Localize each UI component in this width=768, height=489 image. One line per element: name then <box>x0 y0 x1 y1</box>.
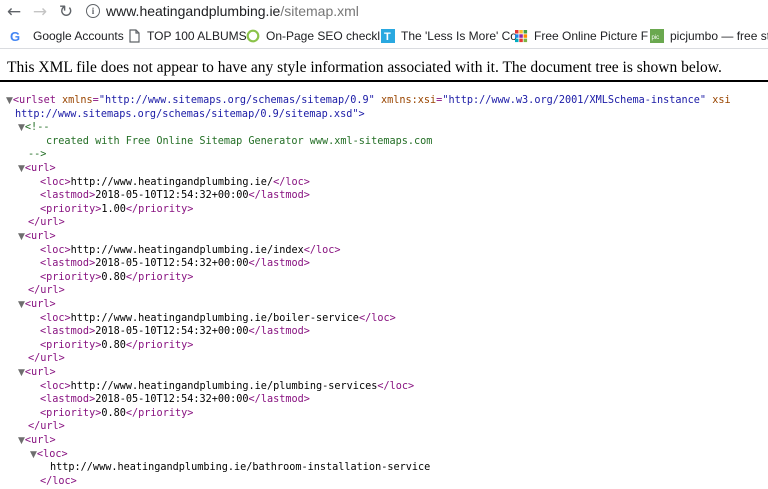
lastmod-line: <lastmod>2018-05-10T12:54:32+00:00</last… <box>40 326 310 338</box>
priority-line: <priority>0.80</priority> <box>40 271 194 283</box>
bookmark-google-accounts[interactable]: G Google Accounts <box>9 28 124 44</box>
lastmod-line: <lastmod>2018-05-10T12:54:32+00:00</last… <box>40 394 310 406</box>
reload-icon[interactable]: ↻ <box>56 2 76 22</box>
collapse-triangle-icon[interactable]: ▼ <box>18 368 25 378</box>
forward-arrow-icon[interactable]: → <box>30 2 50 22</box>
url-close-line: </url> <box>28 285 65 297</box>
comment-open-line: ▼<!-- <box>18 122 50 134</box>
lastmod-line: <lastmod>2018-05-10T12:54:32+00:00</last… <box>40 258 310 270</box>
url-close-line: </url> <box>28 217 65 229</box>
circle-icon <box>246 29 260 43</box>
notice-divider <box>0 80 768 82</box>
xml-style-notice: This XML file does not appear to have an… <box>7 59 722 76</box>
loc-open-line: ▼<loc> <box>30 448 68 460</box>
loc-text-line: http://www.heatingandplumbing.ie/bathroo… <box>50 462 431 474</box>
svg-text:pic: pic <box>652 35 660 41</box>
svg-text:G: G <box>10 29 20 43</box>
bookmark-label: Free Online Picture F <box>534 29 649 43</box>
collapse-triangle-icon[interactable]: ▼ <box>18 123 25 133</box>
url-close-line: </url> <box>28 421 65 433</box>
info-icon[interactable]: i <box>86 4 100 18</box>
collapse-triangle-icon[interactable]: ▼ <box>18 436 25 446</box>
loc-line: <loc>http://www.heatingandplumbing.ie/bo… <box>40 312 396 324</box>
loc-line: <loc>http://www.heatingandplumbing.ie/pl… <box>40 380 415 392</box>
bookmark-picjumbo[interactable]: pic picjumbo — free sto <box>650 28 768 44</box>
bookmark-on-page-seo[interactable]: On-Page SEO checkl <box>246 28 380 44</box>
bookmark-less-is-more[interactable]: T The 'Less Is More' Co <box>381 28 517 44</box>
svg-text:T: T <box>384 31 391 43</box>
google-icon: G <box>9 29 23 44</box>
back-arrow-icon[interactable]: ← <box>4 2 24 22</box>
address-bar-row: ← → ↻ i www.heatingandplumbing.ie/sitema… <box>0 0 768 24</box>
collapse-triangle-icon[interactable]: ▼ <box>18 300 25 310</box>
page-icon <box>127 29 141 43</box>
url-open-line: ▼<url> <box>18 299 56 310</box>
url-field[interactable]: www.heatingandplumbing.ie/sitemap.xml <box>106 3 359 19</box>
bookmarks-bar: G Google Accounts TOP 100 ALBUMS On-Page… <box>0 24 768 49</box>
urlset-open-line: ▼<urlset xmlns="http://www.sitemaps.org/… <box>6 95 731 106</box>
comment-close-line: --> <box>28 149 47 161</box>
bookmark-label: Google Accounts <box>33 29 124 43</box>
priority-line: <priority>0.80</priority> <box>40 407 194 419</box>
priority-line: <priority>0.80</priority> <box>40 339 194 351</box>
loc-close-line: </loc> <box>40 475 77 487</box>
collapse-triangle-icon[interactable]: ▼ <box>30 450 37 460</box>
bookmark-free-online-picture[interactable]: Free Online Picture F <box>514 28 648 44</box>
schema-location-line: http://www.sitemaps.org/schemas/sitemap/… <box>15 108 365 120</box>
loc-line: <loc>http://www.heatingandplumbing.ie/in… <box>40 244 341 256</box>
url-open-line: ▼<url> <box>18 367 56 378</box>
bookmark-label: The 'Less Is More' Co <box>401 29 517 43</box>
collapse-triangle-icon[interactable]: ▼ <box>6 96 13 106</box>
url-path: /sitemap.xml <box>280 3 359 19</box>
bookmark-label: TOP 100 ALBUMS <box>147 29 247 43</box>
url-host: www.heatingandplumbing.ie <box>106 3 281 19</box>
collapse-triangle-icon[interactable]: ▼ <box>18 232 25 242</box>
url-close-line: </url> <box>28 353 65 365</box>
lastmod-line: <lastmod>2018-05-10T12:54:32+00:00</last… <box>40 190 310 202</box>
collapse-triangle-icon[interactable]: ▼ <box>18 164 25 174</box>
bookmark-top-100-albums[interactable]: TOP 100 ALBUMS <box>127 28 247 44</box>
url-open-line: ▼<url> <box>18 435 56 446</box>
grid-icon <box>514 29 528 43</box>
url-open-line: ▼<url> <box>18 163 56 174</box>
priority-line: <priority>1.00</priority> <box>40 203 194 215</box>
loc-line: <loc>http://www.heatingandplumbing.ie/</… <box>40 176 310 188</box>
bookmark-label: On-Page SEO checkl <box>266 29 381 43</box>
pic-icon: pic <box>650 29 664 43</box>
url-open-line: ▼<url> <box>18 231 56 242</box>
letter-t-icon: T <box>381 29 395 43</box>
comment-text-line: created with Free Online Sitemap Generat… <box>46 135 433 147</box>
bookmark-label: picjumbo — free sto <box>670 29 768 43</box>
